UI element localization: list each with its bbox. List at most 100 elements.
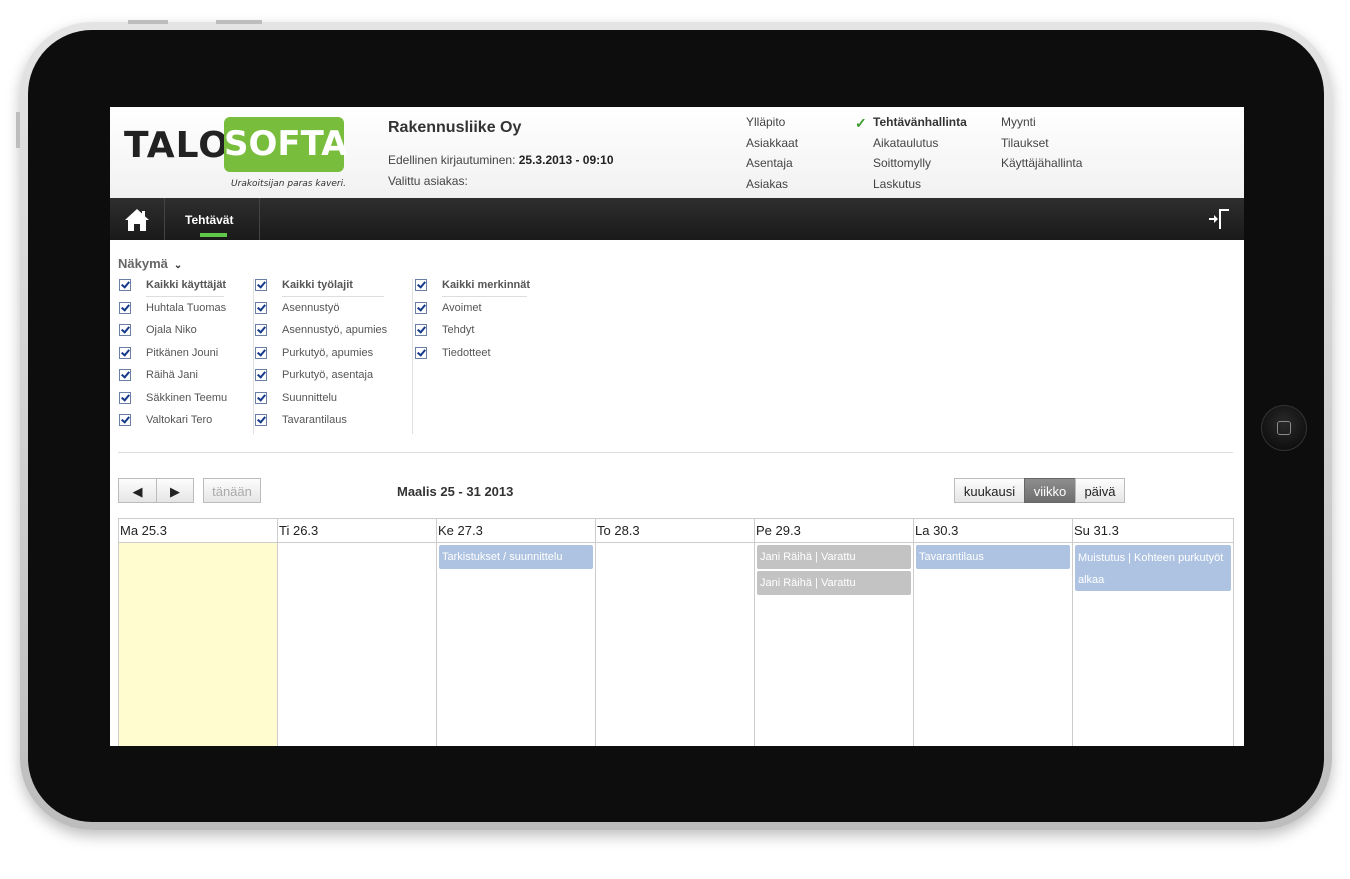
calendar-event[interactable]: Muistutus | Kohteen purkutyöt alkaa — [1075, 545, 1231, 591]
menu-item-kayttajahallinta[interactable]: Käyttäjähallinta — [1001, 156, 1082, 177]
filter-label: Tehdyt — [442, 324, 475, 336]
filter-label: Pitkänen Jouni — [146, 346, 219, 359]
menu-item-soittomylly[interactable]: Soittomylly — [873, 156, 967, 177]
filter-label: Suunnittelu — [282, 391, 338, 404]
checkmark-icon: ✓ — [855, 115, 867, 131]
filter-label: Purkutyö, asentaja — [282, 369, 374, 381]
checkbox[interactable] — [119, 391, 131, 404]
checkbox[interactable] — [255, 369, 267, 381]
day-header: Su 31.3 — [1073, 519, 1233, 543]
day-header: To 28.3 — [596, 519, 754, 543]
filter-label: Tavarantilaus — [282, 414, 347, 426]
today-highlight — [119, 543, 277, 746]
day-column[interactable]: Ma 25.3 — [119, 519, 278, 746]
menu-item-aikataulutus[interactable]: Aikataulutus — [873, 136, 967, 157]
logout-icon[interactable] — [1207, 207, 1231, 231]
filter-label: Avoimet — [442, 301, 482, 314]
last-login: Edellinen kirjautuminen: 25.3.2013 - 09:… — [388, 153, 614, 167]
day-header: Pe 29.3 — [755, 519, 913, 543]
calendar-event[interactable]: Tarkistukset / suunnittelu — [439, 545, 593, 569]
menu-item-yllapito[interactable]: Ylläpito — [746, 115, 798, 136]
checkbox-all-users[interactable] — [119, 279, 131, 291]
menu-item-label: Tehtävänhallinta — [873, 115, 967, 129]
view-label: Näkymä — [118, 256, 168, 271]
menu-item-laskutus[interactable]: Laskutus — [873, 177, 967, 198]
app-header: TALO SOFTA Urakoitsijan paras kaveri. Ra… — [110, 107, 1244, 198]
menu-item-asentaja[interactable]: Asentaja — [746, 156, 798, 177]
header-menu-col3: Myynti Tilaukset Käyttäjähallinta — [1001, 115, 1082, 177]
checkbox[interactable] — [255, 301, 267, 314]
filter-column-divider — [253, 279, 254, 434]
checkbox[interactable] — [255, 414, 267, 426]
checkbox[interactable] — [255, 346, 267, 359]
tablet-home-button[interactable] — [1261, 405, 1307, 451]
filter-label: Asennustyö — [282, 301, 340, 314]
filter-label: Purkutyö, apumies — [282, 346, 374, 359]
view-selector[interactable]: Näkymä ⌄ — [118, 256, 182, 271]
day-header: La 30.3 — [914, 519, 1072, 543]
tablet-side-button — [16, 112, 20, 148]
section-divider — [118, 452, 1233, 453]
active-tab-indicator — [200, 233, 227, 237]
day-column[interactable]: Ti 26.3 — [278, 519, 437, 746]
menu-item-tilaukset[interactable]: Tilaukset — [1001, 136, 1082, 157]
home-icon[interactable] — [124, 208, 150, 232]
app-screen: TALO SOFTA Urakoitsijan paras kaveri. Ra… — [110, 107, 1244, 746]
day-header: Ke 27.3 — [437, 519, 595, 543]
last-login-value: 25.3.2013 - 09:10 — [518, 153, 614, 167]
filter-header-label: Kaikki merkinnät — [442, 279, 531, 291]
checkbox[interactable] — [119, 346, 131, 359]
tablet-top-button — [128, 20, 168, 24]
tab-tehtavat[interactable]: Tehtävät — [185, 213, 233, 227]
logo-text-talo: TALO — [124, 125, 230, 166]
filter-label: Asennustyö, apumies — [282, 324, 388, 336]
checkbox-all-entries[interactable] — [415, 279, 427, 291]
checkbox[interactable] — [415, 346, 427, 359]
next-week-button[interactable]: ▶ — [156, 478, 194, 503]
logo-tagline: Urakoitsijan paras kaveri. — [231, 179, 346, 189]
prev-week-button[interactable]: ◀ — [118, 478, 157, 503]
tablet-top-button — [216, 20, 262, 24]
day-column[interactable]: La 30.3 Tavarantilaus — [914, 519, 1073, 746]
checkbox[interactable] — [119, 301, 131, 314]
day-view-button[interactable]: päivä — [1075, 478, 1125, 503]
day-column[interactable]: Ke 27.3 Tarkistukset / suunnittelu — [437, 519, 596, 746]
header-menu-col1: Ylläpito Asiakkaat Asentaja Asiakas — [746, 115, 798, 197]
today-button[interactable]: tänään — [203, 478, 261, 503]
menu-item-asiakas[interactable]: Asiakas — [746, 177, 798, 198]
checkbox[interactable] — [415, 301, 427, 314]
week-view-button[interactable]: viikko — [1024, 478, 1076, 503]
filter-label: Ojala Niko — [146, 324, 197, 336]
calendar-title: Maalis 25 - 31 2013 — [397, 484, 514, 499]
checkbox[interactable] — [255, 324, 267, 336]
chevron-down-icon: ⌄ — [173, 260, 183, 271]
filter-label: Säkkinen Teemu — [146, 391, 228, 404]
checkbox[interactable] — [119, 324, 131, 336]
menu-item-asiakkaat[interactable]: Asiakkaat — [746, 136, 798, 157]
filter-label: Tiedotteet — [442, 346, 491, 359]
checkbox[interactable] — [119, 369, 131, 381]
header-menu-col2: ✓ Tehtävänhallinta Aikataulutus Soittomy… — [855, 115, 967, 198]
filter-header-underline — [442, 296, 527, 297]
checkbox-all-work-types[interactable] — [255, 279, 267, 291]
company-name: Rakennusliike Oy — [388, 119, 522, 136]
menu-item-tehtavanhallinta[interactable]: ✓ Tehtävänhallinta — [855, 115, 967, 136]
filter-header-label: Kaikki työlajit — [282, 279, 353, 291]
day-column[interactable]: Pe 29.3 Jani Räihä | Varattu Jani Räihä … — [755, 519, 914, 746]
day-column[interactable]: Su 31.3 Muistutus | Kohteen purkutyöt al… — [1073, 519, 1234, 746]
calendar-event[interactable]: Jani Räihä | Varattu — [757, 571, 911, 595]
filter-label: Räihä Jani — [146, 369, 198, 381]
calendar-event[interactable]: Tavarantilaus — [916, 545, 1070, 569]
nav-separator — [259, 198, 260, 240]
checkbox[interactable] — [255, 391, 267, 404]
menu-item-myynti[interactable]: Myynti — [1001, 115, 1082, 136]
calendar-event[interactable]: Jani Räihä | Varattu — [757, 545, 911, 569]
checkbox[interactable] — [415, 324, 427, 336]
day-column[interactable]: To 28.3 — [596, 519, 755, 746]
selected-customer: Valittu asiakas: — [388, 174, 468, 188]
filter-label: Valtokari Tero — [146, 414, 213, 426]
checkbox[interactable] — [119, 414, 131, 426]
filter-header-underline — [282, 296, 384, 297]
month-view-button[interactable]: kuukausi — [954, 478, 1025, 503]
logo-text-softa: SOFTA — [224, 117, 347, 172]
